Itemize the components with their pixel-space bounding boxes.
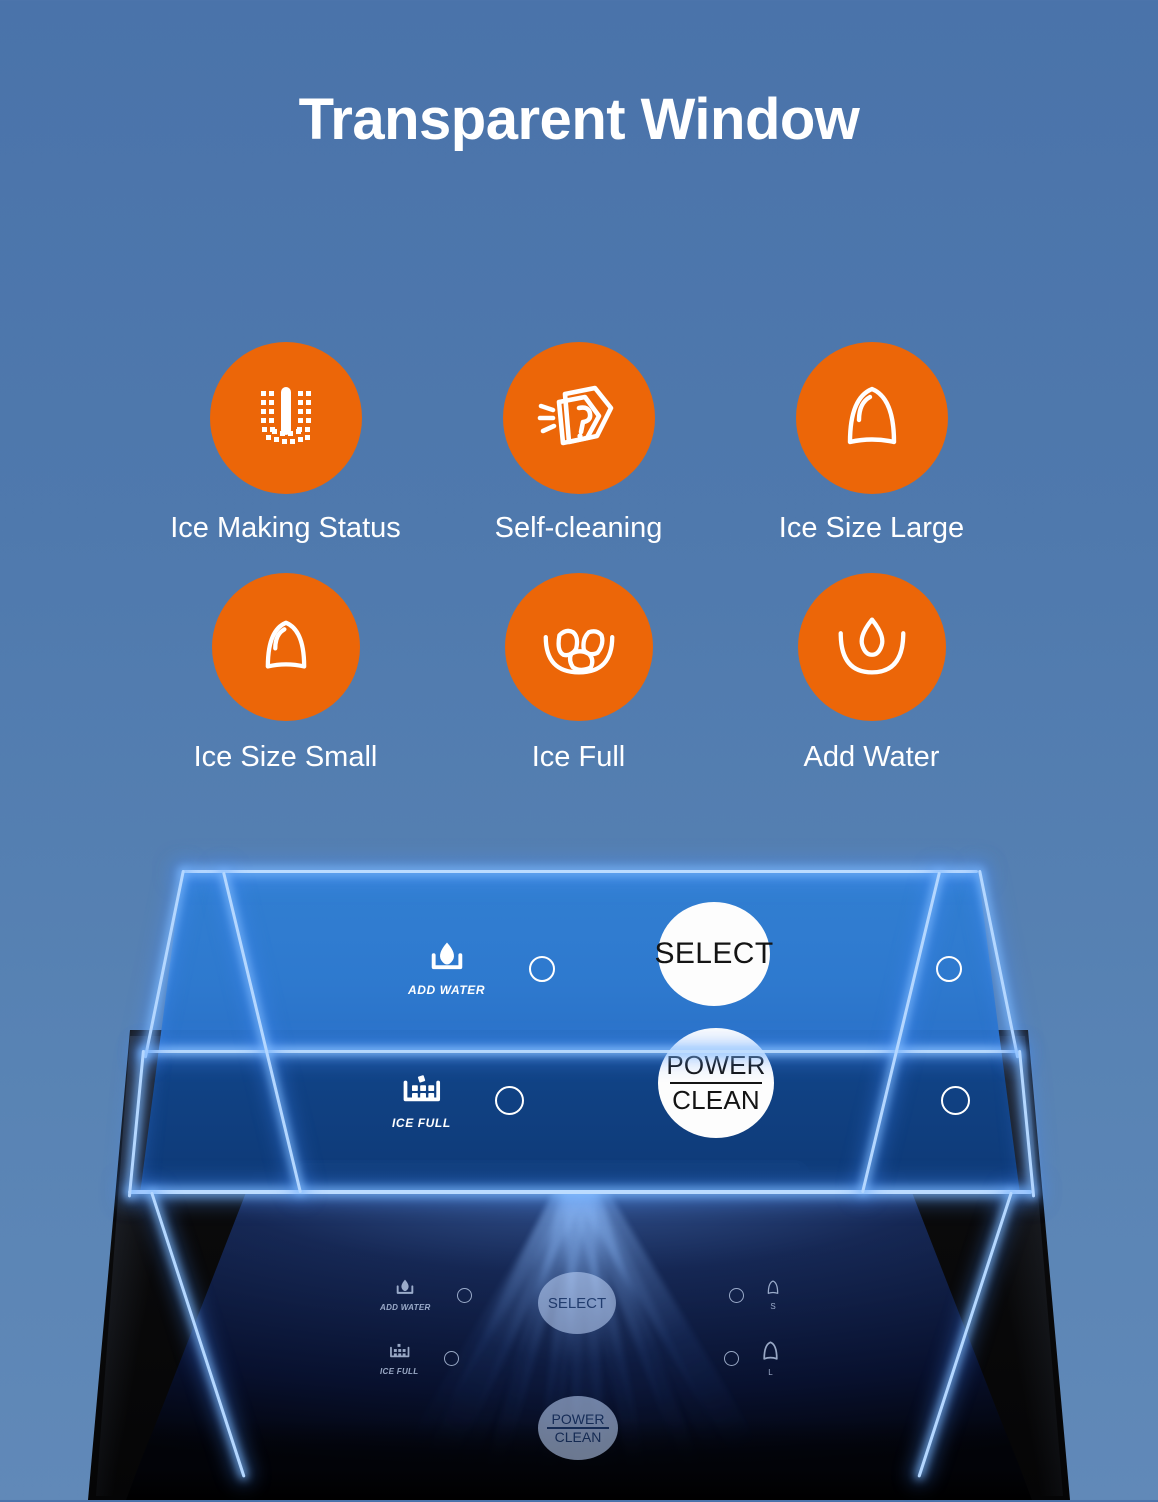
reflected-status-led [724,1351,739,1366]
reflected-power-clean-button: POWER CLEAN [538,1396,618,1460]
status-led-right-top[interactable] [936,955,962,982]
feature-ice-size-large: Ice Size Large [725,342,1018,545]
status-led-right-bottom[interactable] [941,1085,970,1115]
reflected-clean-label: CLEAN [554,1428,602,1445]
reflected-indicator-label: ADD WATER [380,1303,431,1312]
feature-label: Ice Size Large [778,512,965,544]
size-letter-small: S [1010,981,1020,996]
ice-cube-small-icon [766,1279,780,1301]
page-title: Transparent Window [298,87,860,152]
feature-ice-full: Ice Full [432,545,725,774]
add-water-icon [829,602,915,693]
add-water-droplet-icon [394,1278,416,1301]
ice-full-basket-icon [388,1341,410,1365]
ice-maker-illustration: ADD WATER S SELECT ICE FULL L POWER CLEA… [0,860,1158,1500]
feature-self-cleaning: Self-cleaning [432,342,725,545]
feature-label: Add Water [803,741,940,773]
ice-cube-large-icon [761,1340,780,1367]
icon-badge [502,342,655,494]
select-button[interactable]: SELECT [654,902,773,1006]
self-cleaning-icon [535,372,623,465]
ice-full-basket-icon [400,1070,442,1111]
feature-row-1: Ice Making Status Self-cleaning Ice Size… [139,342,1019,545]
reflection-row-top: ADD WATER S SELECT [380,1272,780,1334]
select-button-label: SELECT [654,937,774,970]
control-panel-reflection: ADD WATER S SELECT ICE FULL L POWER CLEA… [380,1272,780,1460]
transparent-window-panel: ADD WATER S SELECT ICE FULL POWER CLEAN [140,872,1020,1194]
reflected-select-label: SELECT [547,1294,607,1312]
add-water-droplet-icon [427,940,467,978]
reflected-add-water-indicator: ADD WATER [380,1278,431,1312]
glass-edge-top [182,870,978,873]
feature-grid: Ice Making Status Self-cleaning Ice Size… [139,342,1019,774]
add-water-indicator: ADD WATER [408,940,485,997]
power-label: POWER [666,1049,766,1080]
feature-label: Ice Full [531,741,626,773]
ice-full-icon [536,602,622,693]
icon-badge [504,573,653,721]
reflected-size-letter: S [770,1302,776,1311]
feature-label: Ice Making Status [170,512,401,544]
icon-badge [795,342,948,494]
ice-making-status-icon [243,373,329,464]
glass-edge-middle [142,1050,1018,1053]
icon-badge [209,342,362,494]
power-clean-button[interactable]: POWER CLEAN [658,1028,774,1138]
reflected-ice-size-large: L [761,1340,780,1377]
indicator-label: ICE FULL [392,1116,451,1130]
reflected-indicator-label: ICE FULL [380,1367,419,1376]
reflected-ice-size-small: S [766,1279,780,1311]
reflection-row-bottom: ICE FULL L POWER CLEAN [380,1340,780,1460]
ice-cube-small-icon [1002,941,1020,977]
feature-ice-size-small: Ice Size Small [139,545,432,774]
ice-full-indicator: ICE FULL [392,1070,451,1130]
status-led-left-top[interactable] [529,955,556,982]
reflected-status-led [444,1351,460,1366]
feature-label: Ice Size Small [193,741,378,773]
indicator-label: ADD WATER [408,983,486,997]
icon-badge [797,573,946,721]
reflected-status-led [456,1287,472,1303]
reflected-status-led [729,1287,744,1303]
reflected-power-label: POWER [551,1411,605,1428]
feature-row-2: Ice Size Small Ice Full Add Water [139,545,1019,774]
glass-edge-bottom [128,1190,1032,1194]
ice-size-small-icon [253,612,319,683]
reflected-select-button: SELECT [538,1272,616,1334]
icon-badge [211,573,360,721]
feature-label: Self-cleaning [494,512,663,544]
status-led-left-bottom[interactable] [494,1085,524,1115]
reflected-size-letter: L [768,1368,773,1377]
reflected-ice-full-indicator: ICE FULL [380,1341,418,1376]
clean-label: CLEAN [672,1085,760,1116]
feature-ice-making-status: Ice Making Status [139,342,432,545]
feature-add-water: Add Water [725,545,1018,774]
ice-size-large-icon [832,376,912,461]
